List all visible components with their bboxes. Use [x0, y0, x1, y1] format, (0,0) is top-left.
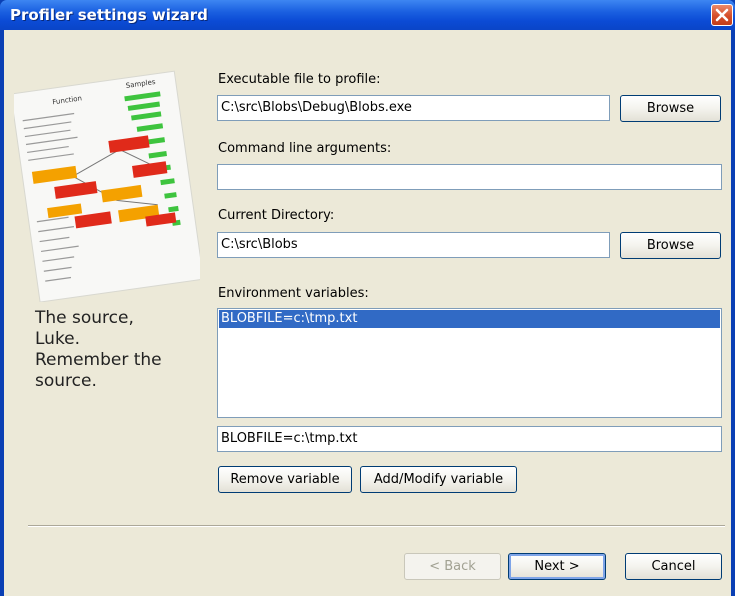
browse-directory-button[interactable]: Browse	[620, 232, 721, 259]
environment-variables-label: Environment variables:	[218, 286, 369, 301]
next-button[interactable]: Next >	[508, 553, 606, 580]
tagline-line: The source,	[35, 308, 134, 328]
back-button[interactable]: < Back	[404, 553, 501, 580]
environment-variables-list[interactable]: BLOBFILE=c:\tmp.txt	[217, 308, 722, 418]
current-directory-label: Current Directory:	[218, 208, 335, 223]
cancel-button[interactable]: Cancel	[625, 553, 722, 580]
tagline-text: The source, Luke. Remember the source.	[35, 308, 195, 392]
footer-separator	[28, 525, 725, 527]
remove-variable-button[interactable]: Remove variable	[218, 466, 352, 493]
command-line-label: Command line arguments:	[218, 141, 392, 156]
executable-label: Executable file to profile:	[218, 72, 381, 87]
wizard-side-panel: Function Samples The source, Luke. Remem…	[4, 30, 200, 596]
executable-field[interactable]: C:\src\Blobs\Debug\Blobs.exe	[217, 95, 610, 121]
current-directory-field[interactable]: C:\src\Blobs	[217, 232, 610, 258]
add-modify-variable-button[interactable]: Add/Modify variable	[360, 466, 517, 493]
list-item[interactable]: BLOBFILE=c:\tmp.txt	[219, 310, 720, 328]
command-line-field[interactable]	[217, 164, 722, 190]
tagline-line: Luke.	[35, 329, 81, 349]
close-icon	[715, 8, 729, 22]
title-bar[interactable]: Profiler settings wizard	[0, 0, 735, 30]
window-title: Profiler settings wizard	[10, 6, 208, 24]
browse-executable-button[interactable]: Browse	[620, 95, 721, 122]
profiler-illustration-image: Function Samples	[14, 70, 200, 302]
wizard-window: Profiler settings wizard Function Sample…	[0, 0, 735, 596]
tagline-line: Remember the	[35, 350, 162, 370]
close-button[interactable]	[711, 4, 733, 26]
environment-variable-field[interactable]: BLOBFILE=c:\tmp.txt	[217, 426, 722, 452]
dialog-body: Function Samples The source, Luke. Remem…	[4, 30, 731, 596]
tagline-line: source.	[35, 371, 97, 391]
